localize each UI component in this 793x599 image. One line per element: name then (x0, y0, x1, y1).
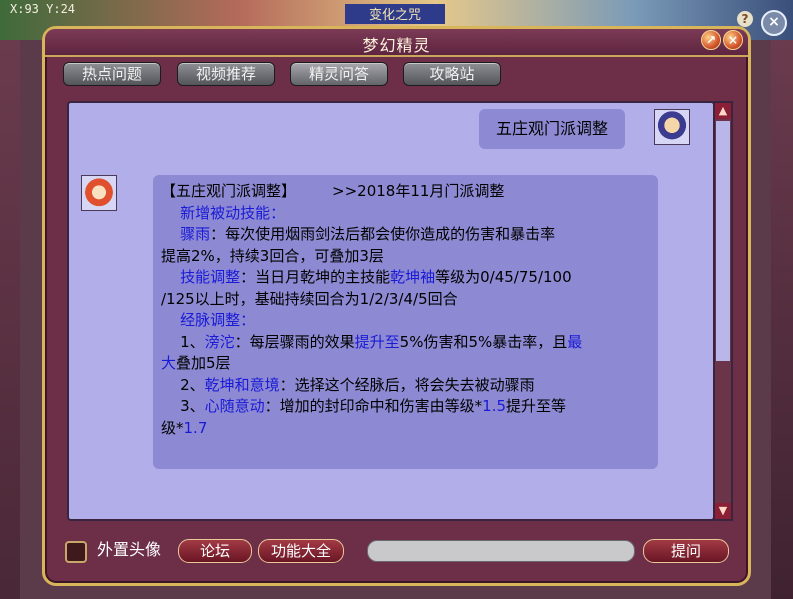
answer-text: ：每层骤雨的效果 (234, 332, 355, 351)
tab-video-recommend[interactable]: 视频推荐 (177, 62, 275, 86)
skill-link[interactable]: 乾坤袖 (390, 268, 435, 286)
question-input[interactable] (367, 540, 635, 562)
scroll-down-icon[interactable]: ▼ (715, 503, 731, 519)
outer-close-icon[interactable]: × (761, 10, 787, 36)
skill-link[interactable]: 滂沱 (205, 333, 235, 351)
answer-text: 提升至等 (506, 397, 567, 415)
answer-text: 提高2%，持续3回合，可叠加3层 (161, 246, 384, 265)
chat-scrollbar[interactable]: ▲ ▼ (713, 101, 733, 521)
minimize-icon[interactable]: ↗ (701, 30, 721, 50)
answer-text: 叠加5层 (176, 354, 231, 372)
answer-text: 最 (567, 332, 583, 351)
answer-text: 新增被动技能： (180, 203, 286, 222)
ask-button[interactable]: 提问 (643, 539, 729, 563)
answer-text: 大 (161, 354, 177, 372)
skill-link[interactable]: 心随意动 (205, 397, 265, 415)
sprite-window: 梦幻精灵 ↗ × 热点问题 视频推荐 精灵问答 攻略站 ▲ ▼ 五庄观门派调整 … (42, 26, 751, 586)
answer-text: 等级为0/45/75/100 (435, 268, 572, 286)
answer-text: /125以上时，基础持续回合为1/2/3/4/5回合 (161, 289, 458, 308)
user-message: 五庄观门派调整 (479, 109, 625, 149)
user-avatar (654, 109, 690, 145)
external-avatar-checkbox[interactable] (65, 541, 87, 563)
answer-text: 2、 (180, 375, 205, 394)
external-avatar-label: 外置头像 (97, 540, 162, 559)
answer-text: ：增加的封印命中和伤害由等级* (264, 397, 483, 415)
sprite-avatar (81, 175, 117, 211)
answer-text: 3、 (180, 397, 205, 415)
forum-button[interactable]: 论坛 (178, 539, 252, 563)
title-bar[interactable]: 梦幻精灵 ↗ × (45, 29, 748, 57)
skill-link[interactable]: 骤雨 (180, 225, 210, 243)
tab-guide-site[interactable]: 攻略站 (403, 62, 501, 86)
background-title: 变化之咒 (345, 4, 445, 24)
answer-text: 1.7 (183, 418, 208, 437)
answer-title: 【五庄观门派调整】 (161, 182, 297, 200)
answer-text: 1、 (180, 332, 205, 351)
game-background-right (771, 40, 793, 599)
functions-button[interactable]: 功能大全 (258, 539, 344, 563)
answer-text: 技能调整 (180, 268, 241, 286)
answer-text: 级* (161, 418, 184, 437)
help-icon[interactable]: ? (737, 11, 753, 27)
skill-link[interactable]: 乾坤和意境 (205, 376, 280, 394)
answer-text: ：每次使用烟雨剑法后都会使你造成的伤害和暴击率 (210, 225, 556, 243)
answer-text: 5%伤害和5%暴击率，且 (399, 332, 568, 351)
answer-text: 提升至 (354, 332, 400, 351)
answer-text: ：选择这个经脉后，将会失去被动骤雨 (279, 375, 535, 394)
answer-text: 1.5 (482, 397, 507, 415)
answer-subtitle: >>2018年11月门派调整 (332, 182, 505, 200)
scroll-thumb[interactable] (716, 121, 730, 361)
sprite-answer: 【五庄观门派调整】 >>2018年11月门派调整 新增被动技能： 骤雨：每次使用烟… (153, 175, 658, 469)
window-title: 梦幻精灵 (362, 36, 431, 55)
game-background-left (0, 40, 20, 599)
tab-hot-questions[interactable]: 热点问题 (63, 62, 161, 86)
answer-text: ：当日月乾坤的主技能 (240, 268, 391, 286)
close-icon[interactable]: × (723, 30, 743, 50)
tab-sprite-qa[interactable]: 精灵问答 (290, 62, 388, 86)
answer-text: 经脉调整： (180, 311, 256, 329)
scroll-up-icon[interactable]: ▲ (715, 103, 731, 119)
footer-bar: 外置头像 论坛 功能大全 提问 (45, 539, 748, 569)
coordinates-readout: X:93 Y:24 (10, 2, 76, 16)
